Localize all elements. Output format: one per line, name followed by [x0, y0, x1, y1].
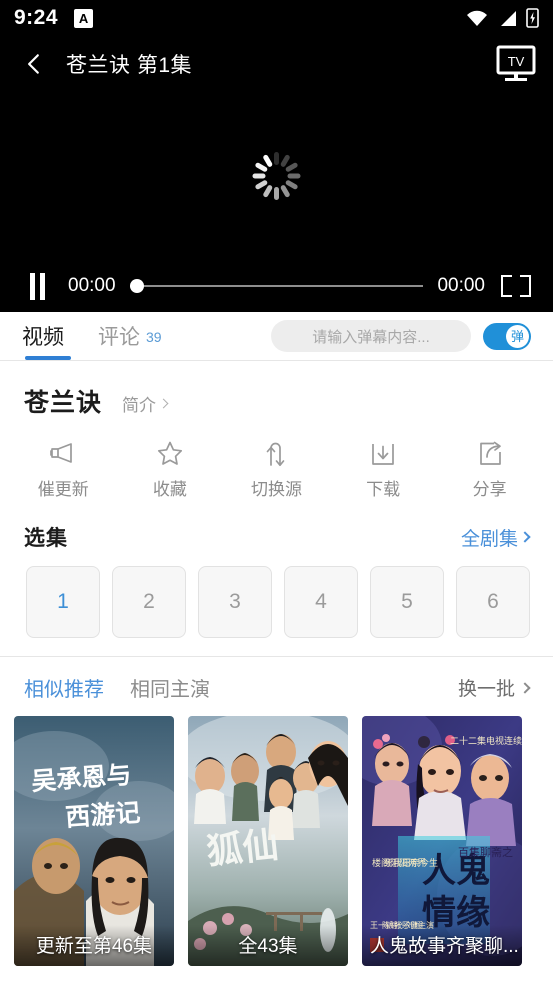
- swap-arrows-icon: [262, 437, 290, 467]
- card-caption: 更新至第46集: [14, 925, 174, 966]
- fullscreen-icon[interactable]: [499, 271, 533, 301]
- svg-text:死我愿奈今生: 死我愿奈今生: [384, 857, 438, 868]
- content-tab-bar: 视频 评论 39 请输入弹幕内容... 弹: [0, 312, 553, 360]
- show-title: 苍兰诀: [24, 389, 103, 417]
- action-switch-source[interactable]: 切换源: [223, 437, 330, 500]
- tab-video[interactable]: 视频: [22, 321, 64, 351]
- action-download-label: 下载: [366, 480, 401, 499]
- show-header: 苍兰诀 简介: [0, 361, 553, 419]
- tab-comments-count: 39: [146, 329, 162, 345]
- title-bar: 苍兰诀 第1集 TV: [0, 36, 553, 92]
- current-time: 00:00: [68, 275, 116, 296]
- chevron-right-icon: [519, 681, 531, 694]
- action-favorite[interactable]: 收藏: [117, 437, 224, 500]
- episode-chip[interactable]: 5: [370, 566, 444, 638]
- svg-text:狐仙: 狐仙: [205, 825, 281, 872]
- svg-text:西游记: 西游记: [64, 799, 141, 832]
- episode-section-title: 选集: [24, 527, 68, 550]
- video-player-surface[interactable]: [0, 92, 553, 260]
- danmaku-toggle-label: 弹: [506, 324, 529, 348]
- battery-charging-icon: [526, 8, 539, 28]
- active-tab-indicator: [25, 356, 71, 360]
- share-icon: [476, 437, 504, 467]
- megaphone-icon: [47, 437, 79, 467]
- action-remind-update[interactable]: 催更新: [10, 437, 117, 500]
- refresh-label: 换一批: [457, 679, 515, 700]
- tab-comments[interactable]: 评论 39: [98, 321, 162, 351]
- loading-spinner-icon: [252, 152, 301, 200]
- player-controls: 00:00 00:00: [0, 260, 553, 312]
- tv-cast-icon[interactable]: TV: [493, 44, 539, 84]
- show-description-link[interactable]: 简介: [122, 391, 169, 416]
- episode-chip[interactable]: 4: [284, 566, 358, 638]
- action-share[interactable]: 分享: [436, 437, 543, 500]
- episode-chip[interactable]: 3: [198, 566, 272, 638]
- action-share-label: 分享: [472, 480, 507, 499]
- action-favorite-label: 收藏: [152, 480, 187, 499]
- download-icon: [369, 437, 397, 467]
- status-time: 9:24: [14, 6, 59, 29]
- svg-text:百集聊斋之: 百集聊斋之: [458, 845, 513, 859]
- wifi-icon: [466, 10, 488, 27]
- chevron-right-icon: [519, 531, 531, 543]
- recommend-card[interactable]: 狐仙 全43集: [188, 716, 348, 966]
- action-bar: 催更新 收藏 切换源 下载 分享: [0, 419, 553, 512]
- all-episodes-label: 全剧集: [460, 528, 518, 550]
- danmaku-input[interactable]: 请输入弹幕内容...: [271, 320, 471, 352]
- rec-tab-same-cast[interactable]: 相同主演: [130, 673, 210, 702]
- svg-text:二十二集电视连续剧: 二十二集电视连续剧: [450, 735, 522, 746]
- danmaku-toggle[interactable]: 弹: [483, 322, 531, 350]
- episode-strip[interactable]: 1 2 3 4 5 6: [0, 552, 553, 656]
- svg-text:TV: TV: [508, 54, 525, 69]
- page-title: 苍兰诀 第1集: [66, 54, 193, 77]
- tab-video-label: 视频: [22, 326, 64, 349]
- action-remind-update-label: 催更新: [37, 480, 89, 499]
- rec-tab-similar[interactable]: 相似推荐: [24, 673, 104, 702]
- progress-slider[interactable]: [129, 275, 424, 297]
- refresh-recommendations[interactable]: 换一批: [457, 674, 531, 701]
- status-bar: 9:24 A: [0, 0, 553, 36]
- tab-comments-label: 评论: [98, 326, 140, 349]
- recommend-card[interactable]: 人鬼 情缘 百集聊斋之 二十二集电视连续剧 楼阁阴阳两界 死我愿奈今生 王一帆陈…: [362, 716, 522, 966]
- total-time: 00:00: [437, 275, 485, 296]
- action-download[interactable]: 下载: [330, 437, 437, 500]
- episode-chip[interactable]: 1: [26, 566, 100, 638]
- recommend-header: 相似推荐 相同主演 换一批: [0, 657, 553, 716]
- progress-thumb[interactable]: [129, 279, 144, 293]
- all-episodes-link[interactable]: 全剧集: [460, 524, 531, 551]
- episode-section-header: 选集 全剧集: [0, 512, 553, 552]
- card-caption: 全43集: [188, 925, 348, 966]
- show-description-label: 简介: [122, 396, 157, 415]
- pause-icon[interactable]: [20, 271, 54, 301]
- action-switch-source-label: 切换源: [250, 480, 302, 499]
- signal-icon: [497, 10, 517, 27]
- recommend-card-list: 吴承恩与 西游记 更新至第46集 狐仙 全43集 人鬼 情缘 百集聊斋之 二十二…: [0, 716, 553, 966]
- status-app-badge-icon: A: [74, 8, 94, 28]
- episode-chip[interactable]: 2: [112, 566, 186, 638]
- recommend-card[interactable]: 吴承恩与 西游记 更新至第46集: [14, 716, 174, 966]
- chevron-right-icon: [158, 398, 169, 409]
- status-icons: [466, 8, 539, 28]
- progress-track: [129, 285, 424, 287]
- episode-chip[interactable]: 6: [456, 566, 530, 638]
- star-icon: [156, 437, 184, 467]
- app-screen: 9:24 A 苍兰诀 第1集 TV 00:00 00:00 视频 评论 39 请…: [0, 0, 553, 984]
- back-chevron-icon[interactable]: [14, 44, 54, 84]
- card-caption: 人鬼故事齐聚聊...: [362, 925, 522, 966]
